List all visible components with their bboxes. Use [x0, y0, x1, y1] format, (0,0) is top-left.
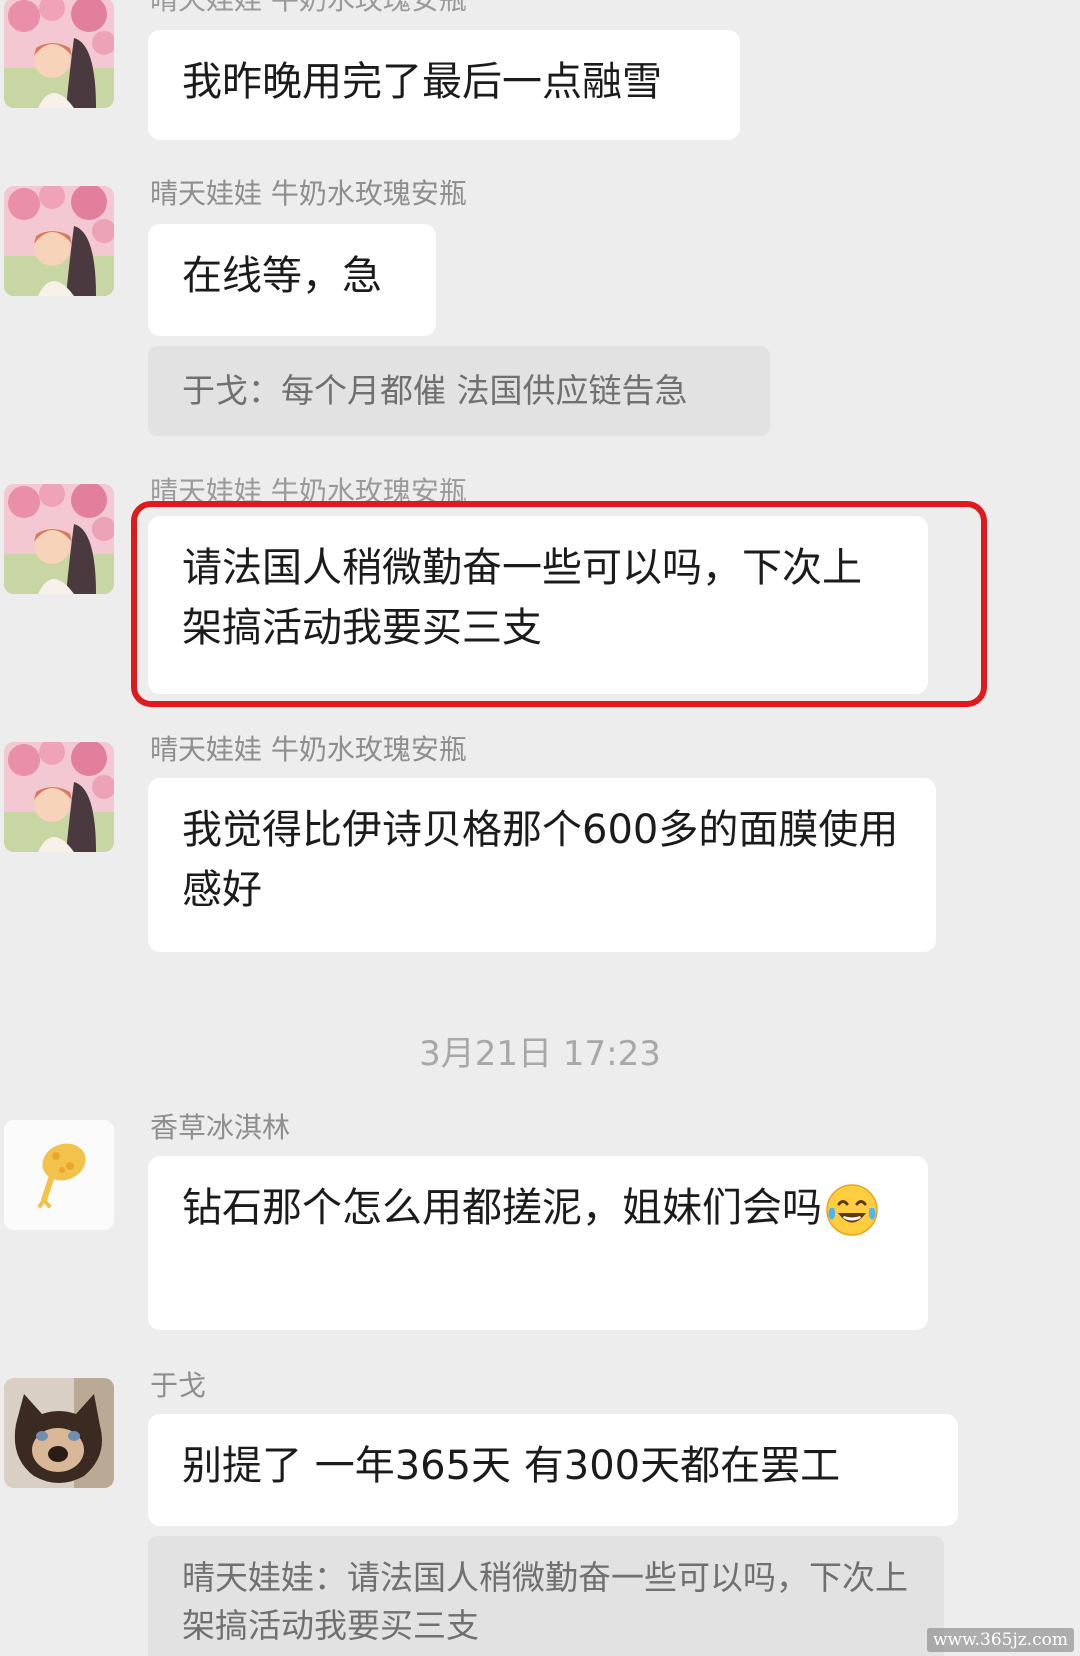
- chat-window: 晴天娃娃 牛奶水玫瑰安瓶 我昨晚用完了最后一点融雪 晴天娃娃 牛奶水玫瑰安瓶 在…: [0, 0, 1080, 1656]
- sender-name: 于戈: [150, 1369, 207, 1402]
- avatar-yu-ge[interactable]: [4, 1378, 114, 1488]
- message-text: 我觉得比伊诗贝格那个600多的面膜使用感好: [182, 807, 899, 913]
- quoted-reply[interactable]: 晴天娃娃：请法国人稍微勤奋一些可以吗，下次上架搞活动我要买三支: [148, 1536, 944, 1656]
- timestamp: 3月21日 17:23: [419, 1034, 661, 1074]
- message-text: 在线等，急: [182, 253, 382, 299]
- watermark: www.365jz.com: [927, 1628, 1074, 1652]
- avatar-qingtian-wawa[interactable]: [4, 484, 114, 594]
- message-bubble[interactable]: 在线等，急: [148, 224, 436, 336]
- avatar-xiangcao[interactable]: [4, 1120, 114, 1230]
- message-bubble[interactable]: 我昨晚用完了最后一点融雪: [148, 30, 740, 140]
- quoted-reply[interactable]: 于戈：每个月都催 法国供应链告急: [148, 346, 770, 436]
- avatar-qingtian-wawa[interactable]: [4, 742, 114, 852]
- laughing-tears-emoji-icon: [826, 1184, 878, 1236]
- quote-text: 于戈：每个月都催 法国供应链告急: [182, 371, 688, 410]
- message-text: 别提了 一年365天 有300天都在罢工: [182, 1443, 841, 1489]
- red-highlight-box: [131, 501, 987, 707]
- quote-text: 晴天娃娃：请法国人稍微勤奋一些可以吗，下次上架搞活动我要买三支: [182, 1558, 908, 1645]
- message-bubble[interactable]: 钻石那个怎么用都搓泥，姐妹们会吗: [148, 1156, 928, 1330]
- avatar-qingtian-wawa[interactable]: [4, 186, 114, 296]
- message-bubble[interactable]: 别提了 一年365天 有300天都在罢工: [148, 1414, 958, 1526]
- sender-name: 晴天娃娃 牛奶水玫瑰安瓶: [150, 733, 467, 766]
- message-text: 我昨晚用完了最后一点融雪: [182, 59, 662, 105]
- sender-name: 晴天娃娃 牛奶水玫瑰安瓶: [150, 0, 467, 14]
- sender-name: 香草冰淇林: [150, 1111, 291, 1144]
- sender-name: 晴天娃娃 牛奶水玫瑰安瓶: [150, 177, 467, 210]
- message-text: 钻石那个怎么用都搓泥，姐妹们会吗: [182, 1185, 822, 1231]
- avatar-qingtian-wawa[interactable]: [4, 0, 114, 108]
- message-bubble[interactable]: 我觉得比伊诗贝格那个600多的面膜使用感好: [148, 778, 936, 952]
